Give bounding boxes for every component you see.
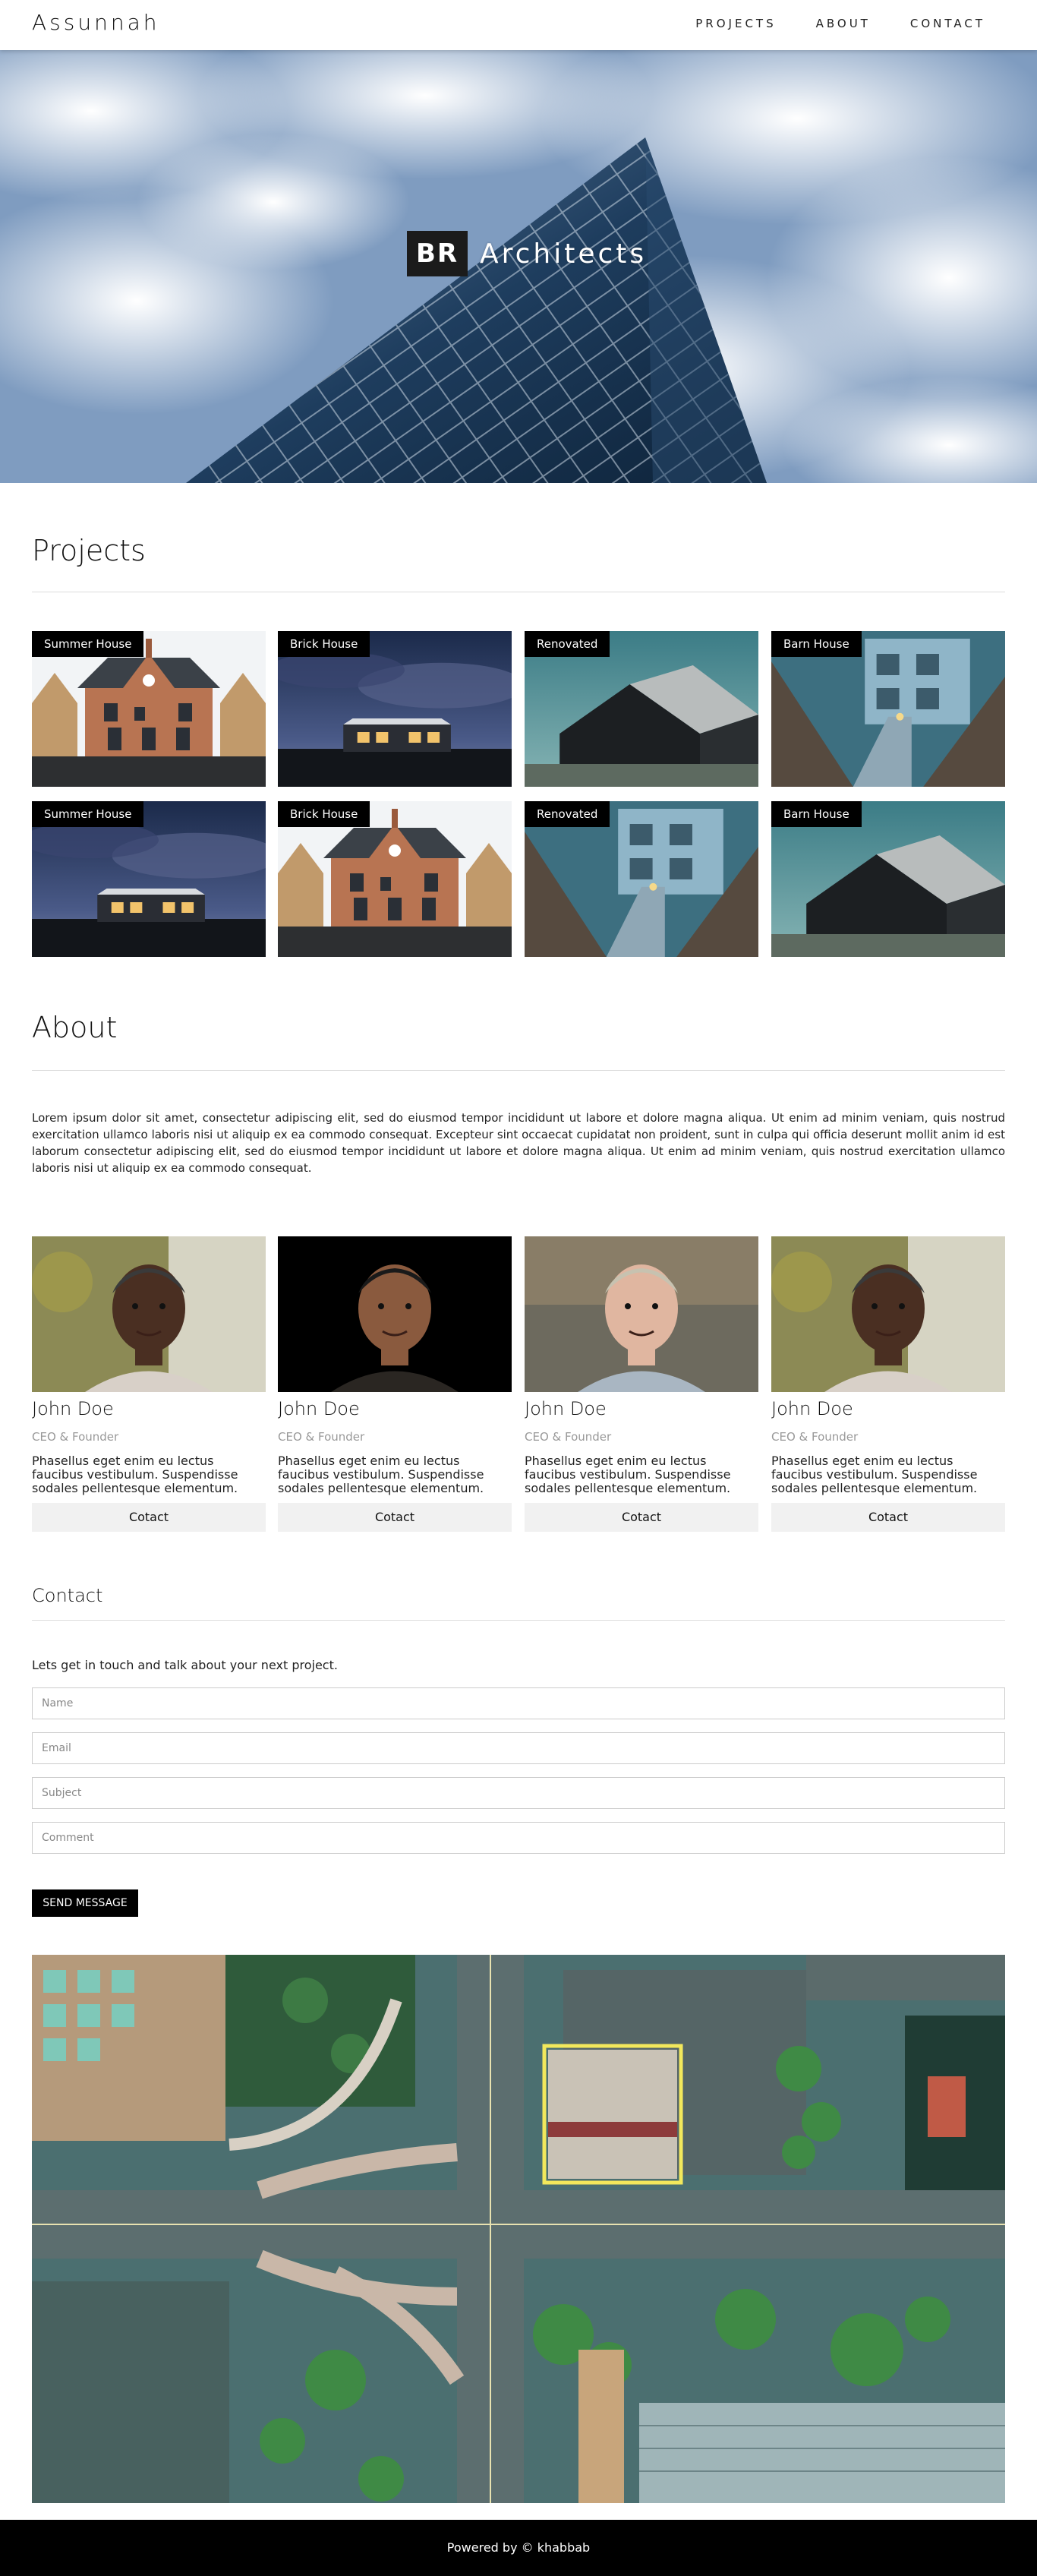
project-tag: Brick House	[278, 631, 370, 657]
team-card: John Doe CEO & Founder Phasellus eget en…	[771, 1236, 1005, 1532]
project-card[interactable]: Summer House	[32, 801, 266, 957]
contact-subtitle: Lets get in touch and talk about your ne…	[32, 1658, 338, 1672]
project-tag: Summer House	[32, 801, 144, 827]
team-member-role: CEO & Founder	[278, 1430, 365, 1444]
team-photo-frame	[278, 1236, 512, 1392]
project-card[interactable]: Brick House	[278, 631, 512, 787]
team-contact-button[interactable]: Cotact	[771, 1503, 1005, 1532]
project-tag: Barn House	[771, 631, 862, 657]
project-card[interactable]: Barn House	[771, 631, 1005, 787]
project-tag: Summer House	[32, 631, 144, 657]
team-member-description: Phasellus eget enim eu lectus faucibus v…	[525, 1454, 731, 1495]
team-member-role: CEO & Founder	[32, 1430, 119, 1444]
team-photo-frame	[525, 1236, 758, 1392]
team-photo-frame	[771, 1236, 1005, 1392]
team-photo	[771, 1236, 1005, 1392]
email-field[interactable]	[32, 1732, 1005, 1764]
project-tag: Barn House	[771, 801, 862, 827]
hero-badge: BR	[407, 231, 468, 276]
project-card[interactable]: Renovated	[525, 631, 758, 787]
nav-link-about[interactable]: ABOUT	[796, 17, 890, 30]
project-card[interactable]: Renovated	[525, 801, 758, 957]
team-photo-frame	[32, 1236, 266, 1392]
team-member-name: John Doe	[525, 1398, 607, 1419]
team-member-role: CEO & Founder	[525, 1430, 612, 1444]
project-tag: Brick House	[278, 801, 370, 827]
send-message-button[interactable]: SEND MESSAGE	[32, 1889, 138, 1917]
about-paragraph: Lorem ipsum dolor sit amet, consectetur …	[32, 1111, 1005, 1175]
nav-links: PROJECTS ABOUT CONTACT	[676, 17, 1005, 30]
team-card: John Doe CEO & Founder Phasellus eget en…	[525, 1236, 758, 1532]
nav-link-projects[interactable]: PROJECTS	[676, 17, 796, 30]
team-member-name: John Doe	[771, 1398, 853, 1419]
project-card[interactable]: Summer House	[32, 631, 266, 787]
team-contact-button[interactable]: Cotact	[525, 1503, 758, 1532]
team-member-description: Phasellus eget enim eu lectus faucibus v…	[278, 1454, 484, 1495]
project-tag: Renovated	[525, 631, 610, 657]
team-member-role: CEO & Founder	[771, 1430, 859, 1444]
team-photo	[525, 1236, 758, 1392]
project-card[interactable]: Barn House	[771, 801, 1005, 957]
team-photo	[278, 1236, 512, 1392]
projects-heading: Projects	[32, 534, 146, 567]
about-heading: About	[32, 1011, 118, 1044]
team-contact-button[interactable]: Cotact	[32, 1503, 266, 1532]
team-card: John Doe CEO & Founder Phasellus eget en…	[32, 1236, 266, 1532]
team-member-name: John Doe	[278, 1398, 360, 1419]
footer: Powered by © khabbab	[0, 2520, 1037, 2576]
team-photo	[32, 1236, 266, 1392]
team-member-description: Phasellus eget enim eu lectus faucibus v…	[771, 1454, 978, 1495]
hero-banner: BR Architects	[0, 50, 1037, 483]
project-card[interactable]: Brick House	[278, 801, 512, 957]
contact-divider	[32, 1620, 1005, 1621]
team-member-description: Phasellus eget enim eu lectus faucibus v…	[32, 1454, 238, 1495]
project-tag: Renovated	[525, 801, 610, 827]
team-card: John Doe CEO & Founder Phasellus eget en…	[278, 1236, 512, 1532]
team-contact-button[interactable]: Cotact	[278, 1503, 512, 1532]
nav-link-contact[interactable]: CONTACT	[890, 17, 1005, 30]
top-navbar: Assunnah PROJECTS ABOUT CONTACT	[0, 0, 1037, 50]
name-field[interactable]	[32, 1687, 1005, 1719]
site-brand[interactable]: Assunnah	[32, 10, 159, 35]
aerial-map-image	[32, 1955, 1005, 2503]
hero-title-text: Architects	[480, 238, 648, 270]
about-divider	[32, 1070, 1005, 1071]
hero-title: BR Architects	[407, 231, 647, 276]
contact-heading: Contact	[32, 1585, 103, 1606]
subject-field[interactable]	[32, 1777, 1005, 1809]
comment-field[interactable]	[32, 1822, 1005, 1854]
team-member-name: John Doe	[32, 1398, 114, 1419]
